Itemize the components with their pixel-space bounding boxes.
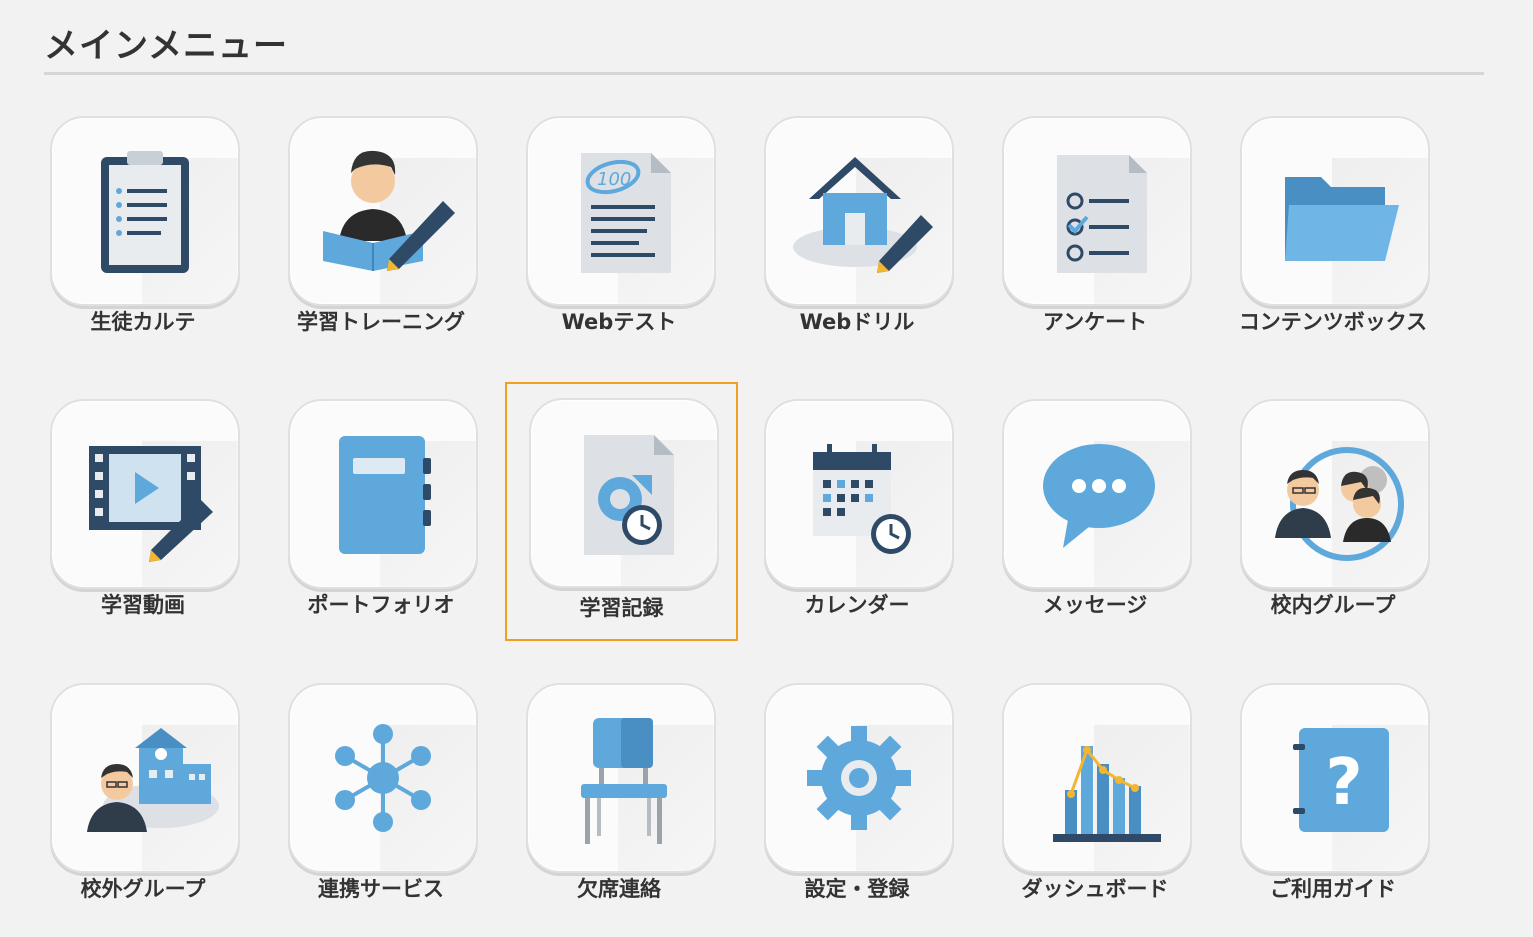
menu-item-label: 設定・登録 (804, 877, 910, 901)
menu-item-settings[interactable]: 設定・登録 (738, 667, 976, 903)
student-reading-pencil-icon (323, 150, 455, 271)
menu-item-learning-video[interactable]: 学習動画 (24, 383, 262, 619)
menu-item-message[interactable]: メッセージ (976, 383, 1214, 619)
people-group-icon (1275, 447, 1404, 561)
menu-item-label: ご利用ガイド (1270, 877, 1396, 901)
menu-item-label: ダッシュボード (1021, 877, 1169, 901)
menu-item-dashboard[interactable]: ダッシュボード (976, 667, 1214, 903)
question-book-icon: ? (1293, 728, 1389, 832)
document-clock-icon (583, 435, 674, 555)
menu-item-label: 学習記録 (579, 596, 664, 620)
clipboard-icon (101, 151, 189, 273)
menu-item-label: Webテスト (561, 310, 677, 334)
menu-item-label: Webドリル (799, 310, 915, 334)
menu-item-content-box[interactable]: コンテンツボックス (1214, 100, 1452, 336)
house-pencil-icon (793, 157, 933, 273)
menu-item-portfolio[interactable]: ポートフォリオ (262, 383, 500, 619)
gear-icon (807, 726, 911, 830)
menu-item-label: アンケート (1042, 310, 1148, 334)
menu-item-label: 学習トレーニング (297, 310, 465, 334)
menu-item-survey[interactable]: アンケート (976, 100, 1214, 336)
menu-item-label: カレンダー (804, 593, 910, 617)
menu-item-label: 学習動画 (101, 593, 185, 617)
menu-item-label: 校外グループ (80, 877, 206, 901)
checklist-icon (1057, 155, 1147, 273)
test-paper-100-icon: 100 (581, 153, 671, 273)
menu-item-label: 生徒カルテ (90, 310, 196, 334)
menu-item-web-drill[interactable]: Webドリル (738, 100, 976, 336)
main-menu-grid: 生徒カルテ 学習トレーニング 100 Webテスト Webドリル アンケート コ… (0, 0, 1533, 937)
menu-item-label: メッセージ (1042, 593, 1148, 617)
svg-text:?: ? (1325, 746, 1362, 820)
network-icon (335, 724, 431, 832)
menu-item-school-group[interactable]: 校内グループ (1214, 383, 1452, 619)
folder-icon (1285, 177, 1399, 261)
film-pencil-icon (89, 446, 213, 562)
menu-item-learning-record[interactable]: 学習記録 (505, 382, 738, 641)
menu-item-label: ポートフォリオ (307, 593, 455, 617)
bar-line-chart-icon (1053, 746, 1161, 842)
calendar-clock-icon (813, 444, 911, 554)
menu-item-absence-notice[interactable]: 欠席連絡 (500, 667, 738, 903)
menu-item-external-group[interactable]: 校外グループ (24, 667, 262, 903)
menu-item-label: 欠席連絡 (577, 877, 661, 901)
menu-item-label: 連携サービス (318, 877, 444, 901)
menu-item-label: コンテンツボックス (1238, 310, 1428, 334)
menu-item-linked-services[interactable]: 連携サービス (262, 667, 500, 903)
chair-icon (581, 718, 667, 844)
menu-item-learning-training[interactable]: 学習トレーニング (262, 100, 500, 336)
menu-item-web-test[interactable]: 100 Webテスト (500, 100, 738, 336)
menu-item-student-karte[interactable]: 生徒カルテ (24, 100, 262, 336)
svg-text:100: 100 (597, 169, 631, 190)
menu-item-calendar[interactable]: カレンダー (738, 383, 976, 619)
menu-item-user-guide[interactable]: ? ご利用ガイド (1214, 667, 1452, 903)
speech-bubble-icon (1043, 444, 1155, 548)
teacher-school-icon (87, 728, 219, 832)
notebook-icon (339, 436, 431, 554)
menu-item-label: 校内グループ (1270, 593, 1396, 617)
